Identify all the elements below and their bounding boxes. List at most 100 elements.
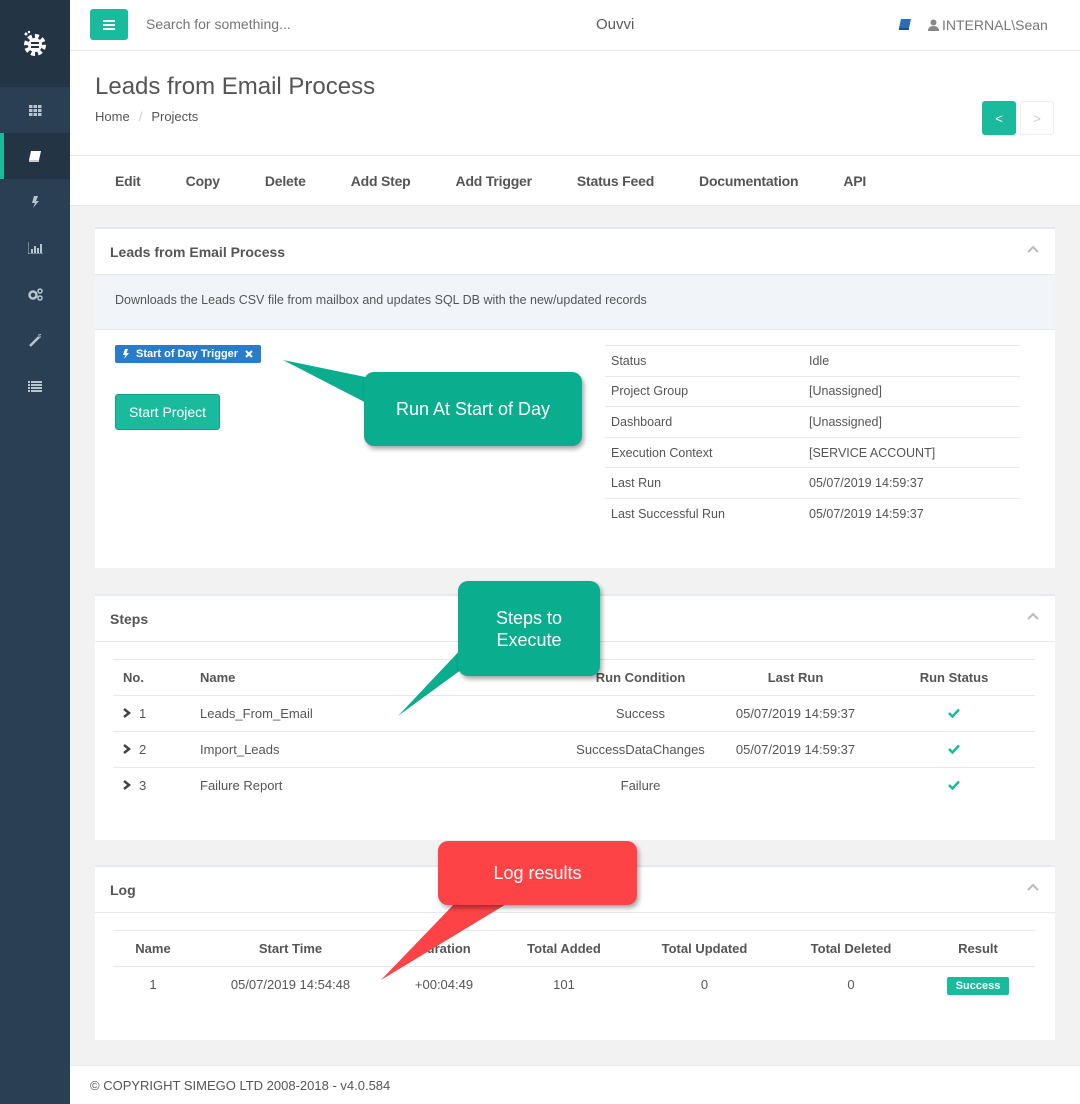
table-row: 3 Failure Report Failure	[113, 768, 1035, 804]
column-header[interactable]: Total Added	[500, 930, 628, 967]
column-header[interactable]: Total Updated	[628, 930, 781, 967]
run-status-cell	[873, 695, 1035, 732]
sidebar-item-list[interactable]	[0, 363, 70, 409]
delete-button[interactable]: Delete	[265, 173, 306, 189]
search-input[interactable]	[146, 16, 446, 32]
add-trigger-button[interactable]: Add Trigger	[456, 173, 533, 189]
project-description: Downloads the Leads CSV file from mailbo…	[95, 275, 1055, 330]
total-deleted: 0	[847, 977, 855, 993]
log-name-link[interactable]: 1	[113, 967, 193, 1003]
pager: < >	[982, 101, 1054, 135]
user-icon	[928, 19, 939, 31]
sidebar-item-settings[interactable]	[0, 271, 70, 317]
chevron-up-icon[interactable]	[1027, 883, 1039, 891]
column-header[interactable]: Total Deleted	[781, 930, 921, 967]
panel-title: Leads from Email Process	[110, 243, 286, 260]
sidebar-item-dashboard[interactable]	[0, 87, 70, 133]
documentation-button[interactable]: Documentation	[699, 173, 798, 189]
chevron-right-icon[interactable]	[123, 780, 132, 791]
edit-button[interactable]: Edit	[115, 173, 141, 189]
step-number: 2	[139, 742, 147, 757]
info-label: Last Successful Run	[605, 497, 803, 530]
breadcrumb-projects[interactable]: Projects	[151, 109, 198, 124]
last-run-link[interactable]: 05/07/2019 14:59:37	[718, 695, 873, 732]
chevron-right-icon[interactable]	[123, 744, 132, 754]
callout-steps-to-execute: Steps to Execute	[458, 581, 600, 676]
sidebar	[0, 0, 70, 1104]
total-updated: 0	[700, 977, 709, 993]
chevron-up-icon[interactable]	[1027, 612, 1039, 620]
start-time: 05/07/2019 14:54:48	[230, 977, 351, 993]
info-row: Status Idle	[605, 345, 1020, 377]
run-status-cell	[873, 768, 1035, 804]
api-button[interactable]: API	[843, 173, 866, 189]
list-icon	[28, 380, 42, 392]
info-label: Dashboard	[605, 406, 803, 438]
step-number-cell[interactable]: 3	[113, 768, 183, 804]
documentation-link[interactable]	[898, 18, 911, 33]
column-header[interactable]: Last Run	[718, 659, 873, 696]
trigger-tag[interactable]: Start of Day Trigger	[115, 345, 262, 363]
bolt-icon	[123, 349, 129, 359]
column-header[interactable]: No.	[113, 659, 183, 696]
copy-button[interactable]: Copy	[186, 173, 220, 189]
execution-context-link[interactable]: [SERVICE ACCOUNT]	[803, 436, 1020, 468]
project-toolbar: Edit Copy Delete Add Step Add Trigger St…	[70, 155, 1080, 206]
breadcrumb-home[interactable]: Home	[95, 109, 130, 124]
step-number: 3	[139, 778, 147, 794]
last-run-link[interactable]	[718, 768, 873, 804]
bolt-icon	[32, 196, 39, 208]
run-status-cell	[873, 731, 1035, 768]
menu-toggle-button[interactable]	[90, 9, 128, 40]
magic-wand-icon	[28, 333, 41, 347]
next-button[interactable]: >	[1020, 101, 1054, 135]
bar-chart-icon	[27, 242, 43, 254]
hamburger-icon	[103, 19, 115, 30]
info-row: Execution Context [SERVICE ACCOUNT]	[605, 436, 1020, 468]
sidebar-item-tools[interactable]	[0, 317, 70, 363]
sidebar-item-projects[interactable]	[0, 133, 70, 179]
info-value: 05/07/2019 14:59:37	[803, 467, 1020, 499]
user-menu[interactable]: INTERNAL\Sean	[928, 17, 1048, 33]
previous-button[interactable]: <	[982, 101, 1016, 135]
step-number-cell[interactable]: 1	[113, 695, 183, 732]
app-logo[interactable]	[0, 0, 70, 87]
info-value: [Unassigned]	[803, 375, 1020, 407]
info-row: Last Run 05/07/2019 14:59:37	[605, 467, 1020, 499]
cogs-icon	[27, 287, 43, 301]
status-feed-button[interactable]: Status Feed	[577, 173, 654, 189]
step-name-link[interactable]: Leads_From_Email	[183, 695, 563, 732]
top-navbar: Ouvvi INTERNAL\Sean	[70, 0, 1080, 51]
info-label: Last Run	[605, 467, 803, 499]
grid-icon	[28, 104, 41, 116]
table-row: 1 Leads_From_Email Success 05/07/2019 14…	[113, 695, 1035, 732]
start-project-button[interactable]: Start Project	[115, 394, 221, 430]
table-row: 2 Import_Leads SuccessDataChanges 05/07/…	[113, 731, 1035, 768]
info-label: Execution Context	[605, 436, 803, 468]
sidebar-item-triggers[interactable]	[0, 179, 70, 225]
sidebar-item-reports[interactable]	[0, 225, 70, 271]
app-title: Ouvvi	[596, 16, 635, 33]
last-run-link[interactable]: 05/07/2019 14:59:37	[718, 731, 873, 768]
log-table: Name Start Time Duration Total Added Tot…	[113, 930, 1035, 1003]
step-number: 1	[139, 706, 147, 721]
chevron-right-icon[interactable]	[123, 708, 132, 718]
project-info-table: Status Idle Project Group [Unassigned] Das…	[605, 345, 1020, 530]
step-number-cell[interactable]: 2	[113, 731, 183, 768]
chevron-up-icon[interactable]	[1027, 245, 1039, 253]
table-row: 1 05/07/2019 14:54:48 +00:04:49 101 0 0 …	[113, 967, 1035, 1003]
table-header-row: Name Start Time Duration Total Added Tot…	[113, 930, 1035, 967]
column-header[interactable]: Name	[113, 930, 193, 967]
column-header[interactable]: Result	[921, 930, 1035, 967]
check-icon	[948, 780, 960, 791]
column-header[interactable]: Run Status	[873, 659, 1035, 696]
steps-table: No. Name Run Condition Last Run Run Stat…	[113, 659, 1035, 804]
column-header[interactable]: Start Time	[193, 930, 388, 967]
footer: © COPYRIGHT SIMEGO LTD 2008-2018 - v4.0.…	[70, 1065, 1080, 1104]
remove-icon[interactable]	[245, 350, 253, 358]
add-step-button[interactable]: Add Step	[351, 173, 411, 189]
run-condition: Success	[563, 695, 718, 732]
step-name-link[interactable]: Failure Report	[183, 768, 563, 804]
step-name-link[interactable]: Import_Leads	[183, 731, 563, 768]
result-badge: Success	[946, 977, 1010, 996]
